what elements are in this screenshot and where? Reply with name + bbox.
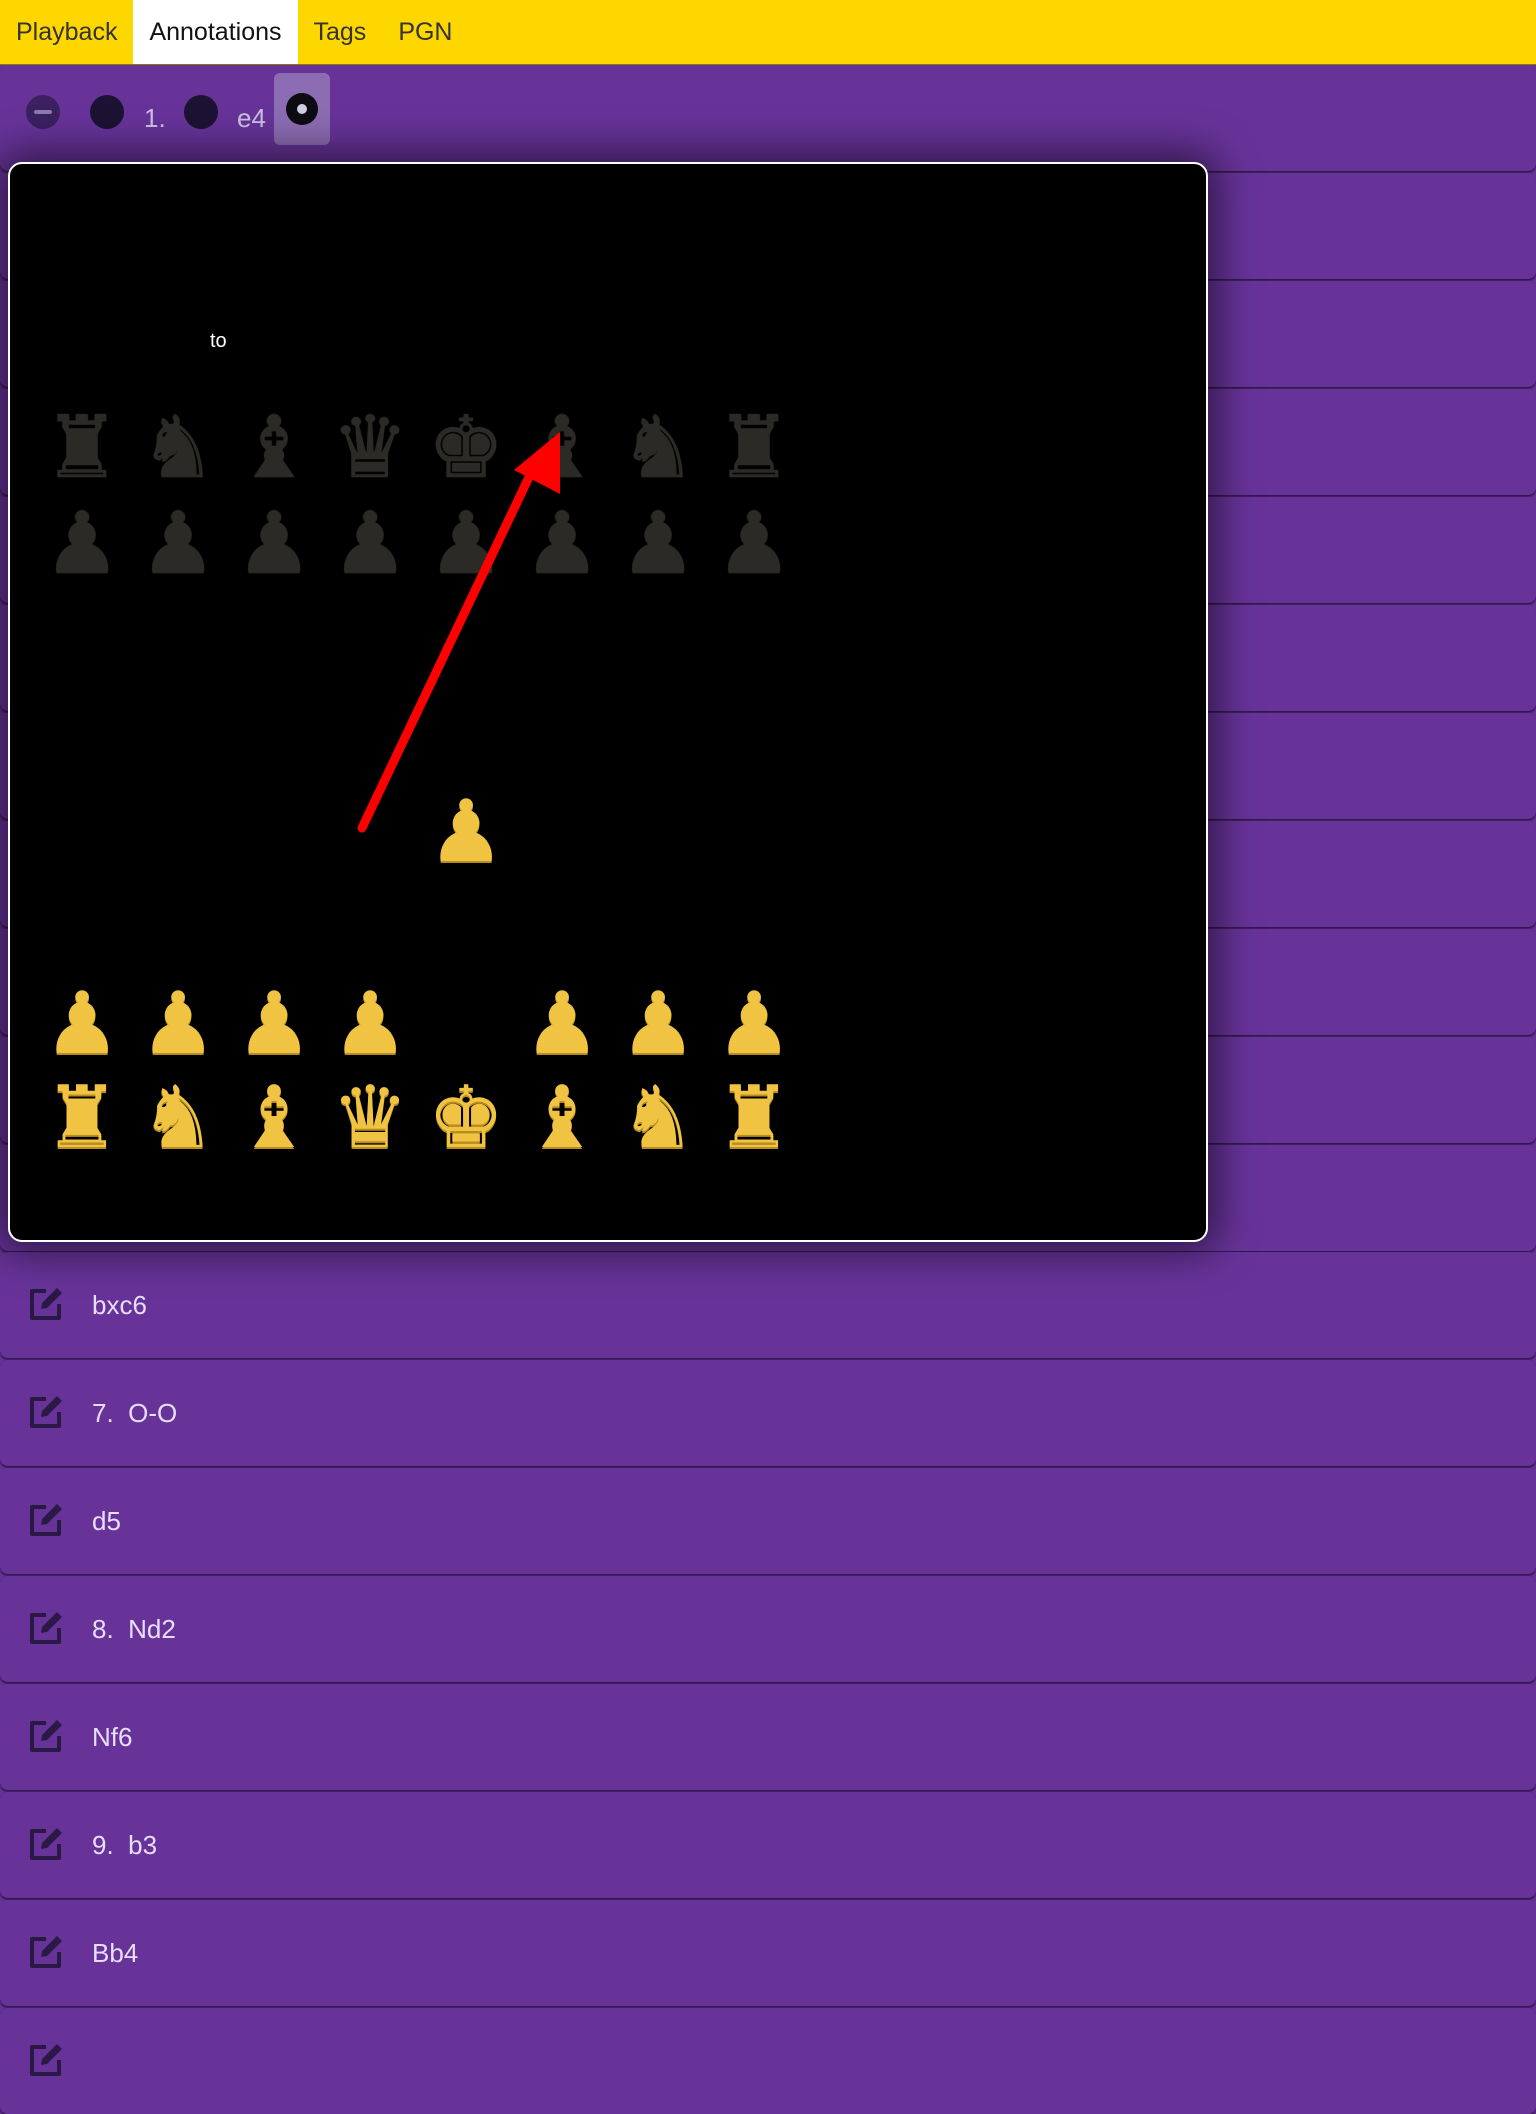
tab-bar: Playback Annotations Tags PGN [0,0,1536,65]
annotation-arrow [357,432,560,833]
edit-icon[interactable] [26,1500,66,1540]
move-label: Bb4 [92,1938,139,1968]
move-row[interactable]: 9. b3 [0,1792,1536,1898]
dot-icon[interactable] [90,95,124,129]
tab-playback[interactable]: Playback [0,0,133,64]
move-row[interactable]: Bb4 [0,1900,1536,2006]
move-row[interactable]: bxc6 [0,1252,1536,1358]
move-label: 8. Nd2 [92,1614,176,1644]
tab-tags[interactable]: Tags [298,0,383,64]
move-label: e4 [237,103,266,133]
move-label: bxc6 [92,1290,147,1320]
edit-icon[interactable] [26,1716,66,1756]
move-row[interactable] [0,2008,1536,2114]
edit-icon[interactable] [26,2040,66,2080]
move-label: 9. b3 [92,1830,158,1860]
move-label: 7. O-O [92,1398,178,1428]
edit-icon[interactable] [26,1392,66,1432]
edit-icon[interactable] [26,1824,66,1864]
edit-icon[interactable] [26,1284,66,1324]
tab-annotations[interactable]: Annotations [133,0,298,64]
minus-icon[interactable] [26,95,60,129]
annotation-toolbar-row: 1. e4 [0,65,1536,171]
move-row[interactable]: d5 [0,1468,1536,1574]
move-label: Nf6 [92,1722,133,1752]
edit-icon[interactable] [26,1608,66,1648]
arrow-shaft [357,449,545,833]
edit-icon[interactable] [26,1932,66,1972]
selected-annotation-button[interactable] [274,73,330,145]
dot-icon[interactable] [184,95,218,129]
move-row[interactable]: 7. O-O [0,1360,1536,1466]
move-row[interactable]: 8. Nd2 [0,1576,1536,1682]
board-popup: to ♜ ♞ ♝ ♛ ♚ ♝ ♞ ♜ ♟ ♟ ♟ ♟ ♟ ♟ ♟ ♟ ♟ ♟ ♟ ♟ ♟ ♟ ♟ ♟ ♜ ♞ ♝ ♛ ♚ ♝ ♞ ♜ [8,162,1208,1242]
record-icon [286,93,318,125]
move-label: d5 [92,1506,121,1536]
tab-pgn[interactable]: PGN [382,0,468,64]
move-row[interactable]: Nf6 [0,1684,1536,1790]
move-number: 1. [144,103,166,133]
